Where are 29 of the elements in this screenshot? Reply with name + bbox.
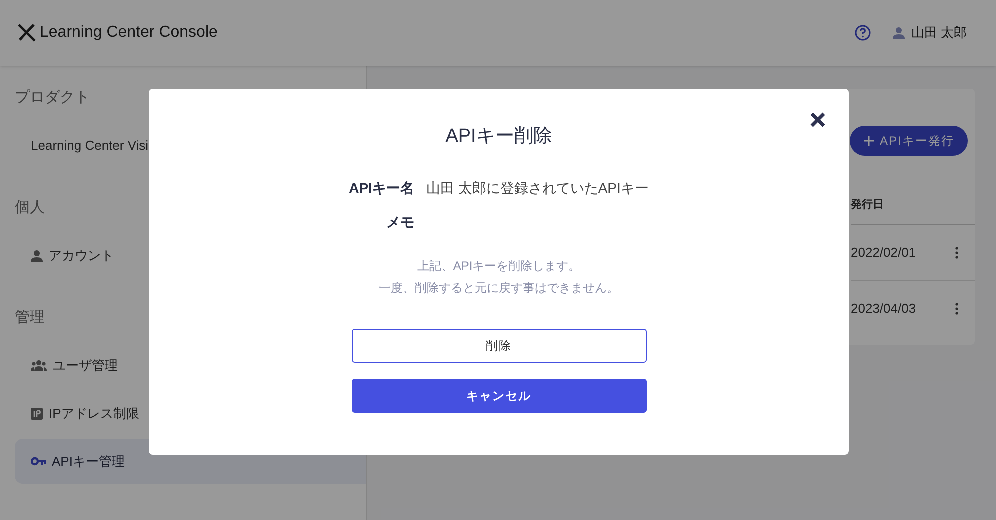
ip-icon [31, 408, 43, 420]
user-name[interactable]: 山田 太郎 [911, 23, 967, 43]
more-icon[interactable] [955, 303, 959, 315]
key-icon [31, 457, 46, 466]
section-heading: 個人 [15, 198, 46, 218]
help-icon[interactable] [855, 25, 872, 41]
warning-text: 一度、削除すると元に戻す事はできません。 [379, 280, 619, 296]
issue-key-button[interactable]: APIキー発行 [850, 126, 968, 156]
field-value: 山田 太郎に登録されていたAPIキー [426, 178, 649, 198]
section-heading: プロダクト [15, 88, 91, 108]
dialog-title: APIキー削除 [446, 125, 552, 149]
user-icon [31, 250, 43, 262]
field-label: APIキー名 [349, 178, 414, 198]
table-cell-text: 2023/04/03 [851, 300, 916, 318]
nav-item[interactable]: アカウント [15, 233, 366, 278]
cancel-button[interactable]: キャンセル [352, 378, 646, 412]
more-icon[interactable] [955, 246, 959, 258]
plus-icon [864, 136, 874, 146]
table-cell-text: 2022/02/01 [851, 244, 916, 262]
app-title: Learning Center Console [40, 23, 218, 43]
column-header: 発行日 [851, 185, 975, 225]
section-heading: 管理 [15, 308, 46, 328]
delete-button[interactable]: 削除 [352, 328, 646, 362]
group-icon [31, 360, 47, 371]
warning-text: 上記、APIキーを削除します。 [417, 258, 581, 274]
logo-icon [17, 23, 37, 43]
user-icon [893, 27, 906, 39]
field-label: メモ [385, 212, 414, 232]
close-icon[interactable] [810, 112, 826, 128]
